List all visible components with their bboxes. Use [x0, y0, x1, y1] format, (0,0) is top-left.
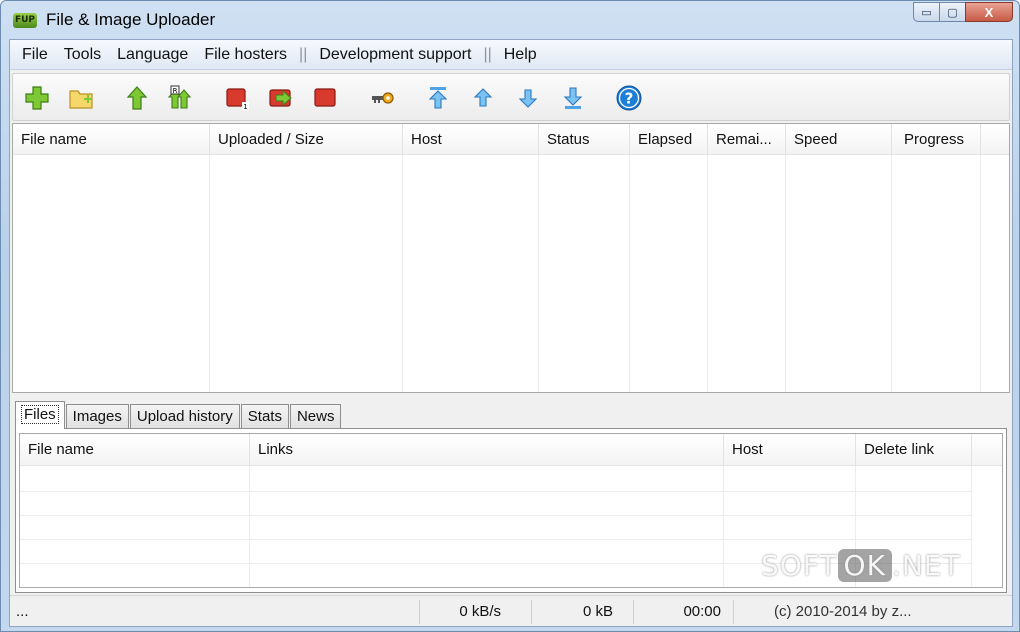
stop-one-button[interactable]: 1	[223, 84, 251, 112]
svg-text:R: R	[173, 87, 178, 95]
stop-all-button[interactable]	[311, 84, 339, 112]
tab-files[interactable]: Files	[15, 401, 65, 429]
window-controls: ▭ ▢ X	[913, 2, 1013, 22]
column-divider	[707, 155, 708, 392]
tab-upload-history[interactable]: Upload history	[129, 404, 240, 429]
maximize-icon: ▢	[947, 6, 958, 19]
status-text: ...	[14, 600, 420, 624]
tab-stats[interactable]: Stats	[240, 404, 289, 429]
add-file-icon	[25, 86, 49, 110]
column-header-file-name[interactable]: File name	[20, 434, 250, 466]
menu-tools[interactable]: Tools	[56, 40, 109, 70]
app-logo-icon: FUP	[13, 13, 37, 28]
close-icon: X	[984, 4, 994, 20]
menu-separator: ||	[483, 45, 492, 63]
column-divider	[723, 466, 724, 587]
column-header-filler	[972, 434, 1002, 466]
maximize-button[interactable]: ▢	[939, 2, 966, 22]
column-divider	[971, 466, 972, 587]
move-bottom-button[interactable]	[559, 84, 587, 112]
menu-separator: ||	[299, 45, 308, 63]
app-window: FUP File & Image Uploader ▭ ▢ X File Too…	[0, 0, 1020, 632]
settings-button[interactable]	[369, 84, 397, 112]
row-gridline	[20, 539, 973, 540]
move-top-button[interactable]	[424, 84, 452, 112]
files-list-header: File name Links Host Delete link	[20, 434, 1002, 466]
row-gridline	[20, 491, 973, 492]
help-icon: ?	[616, 85, 642, 111]
column-divider	[249, 466, 250, 587]
column-header-filler	[981, 124, 1009, 155]
column-header-progress[interactable]: Progress	[892, 124, 981, 155]
svg-text:?: ?	[625, 90, 634, 108]
watermark-right: .NET	[891, 549, 961, 582]
watermark: SOFT OK .NET	[761, 549, 961, 582]
minimize-icon: ▭	[921, 6, 932, 19]
stop-all-icon	[314, 88, 336, 107]
column-divider	[209, 155, 210, 392]
column-divider	[538, 155, 539, 392]
move-up-button[interactable]	[469, 84, 497, 112]
status-speed: 0 kB/s	[420, 600, 532, 624]
column-header-speed[interactable]: Speed	[786, 124, 892, 155]
move-up-icon	[473, 88, 493, 107]
status-bar: ... 0 kB/s 0 kB 00:00 (c) 2010-2014 by z…	[10, 595, 1012, 626]
add-folder-button[interactable]	[67, 84, 95, 112]
menu-file[interactable]: File	[14, 40, 56, 70]
tab-strip: Files Images Upload history Stats News	[15, 401, 342, 429]
help-button[interactable]: ?	[615, 84, 643, 112]
column-header-links[interactable]: Links	[250, 434, 724, 466]
menu-help[interactable]: Help	[496, 40, 545, 70]
column-header-file-name[interactable]: File name	[13, 124, 210, 155]
column-header-uploaded-size[interactable]: Uploaded / Size	[210, 124, 403, 155]
status-size: 0 kB	[532, 600, 634, 624]
column-header-status[interactable]: Status	[539, 124, 630, 155]
column-header-remaining[interactable]: Remai...	[708, 124, 786, 155]
watermark-ok: OK	[837, 549, 892, 582]
add-folder-icon	[69, 90, 93, 109]
row-gridline	[20, 515, 973, 516]
menu-development-support[interactable]: Development support	[311, 40, 479, 70]
reupload-icon: R	[167, 85, 192, 109]
move-bottom-icon	[563, 87, 583, 109]
add-file-button[interactable]	[23, 84, 51, 112]
status-time: 00:00	[634, 600, 734, 624]
reupload-button[interactable]: R	[165, 84, 193, 112]
stop-next-button[interactable]	[267, 84, 295, 112]
upload-button[interactable]	[123, 84, 151, 112]
stop-one-icon: 1	[226, 88, 249, 111]
column-header-delete-link[interactable]: Delete link	[856, 434, 972, 466]
move-top-icon	[428, 87, 448, 109]
column-divider	[785, 155, 786, 392]
minimize-button[interactable]: ▭	[913, 2, 940, 22]
status-copyright: (c) 2010-2014 by z...	[774, 603, 912, 620]
column-header-host[interactable]: Host	[403, 124, 539, 155]
window-title: File & Image Uploader	[46, 10, 216, 29]
menu-file-hosters[interactable]: File hosters	[196, 40, 295, 70]
title-bar[interactable]: FUP File & Image Uploader ▭ ▢ X	[1, 1, 1019, 39]
settings-key-icon	[372, 92, 394, 104]
column-header-host[interactable]: Host	[724, 434, 856, 466]
upload-queue-list[interactable]: File name Uploaded / Size Host Status El…	[12, 123, 1010, 393]
tab-files-label: Files	[21, 405, 59, 424]
upload-icon	[126, 86, 148, 110]
column-divider	[629, 155, 630, 392]
toolbar: R 1 ?	[12, 73, 1010, 121]
move-down-button[interactable]	[514, 84, 542, 112]
close-button[interactable]: X	[965, 2, 1013, 22]
column-header-elapsed[interactable]: Elapsed	[630, 124, 708, 155]
watermark-left: SOFT	[761, 549, 838, 582]
tab-images[interactable]: Images	[65, 404, 129, 429]
svg-text:1: 1	[243, 103, 247, 111]
menu-language[interactable]: Language	[109, 40, 196, 70]
column-divider	[402, 155, 403, 392]
column-divider	[891, 155, 892, 392]
column-divider	[980, 155, 981, 392]
tab-news[interactable]: News	[289, 404, 342, 429]
upload-list-header: File name Uploaded / Size Host Status El…	[13, 124, 1009, 155]
client-area: File Tools Language File hosters || Deve…	[9, 39, 1013, 627]
move-down-icon	[518, 89, 538, 108]
stop-next-icon	[269, 89, 292, 107]
menu-bar: File Tools Language File hosters || Deve…	[10, 40, 1012, 70]
